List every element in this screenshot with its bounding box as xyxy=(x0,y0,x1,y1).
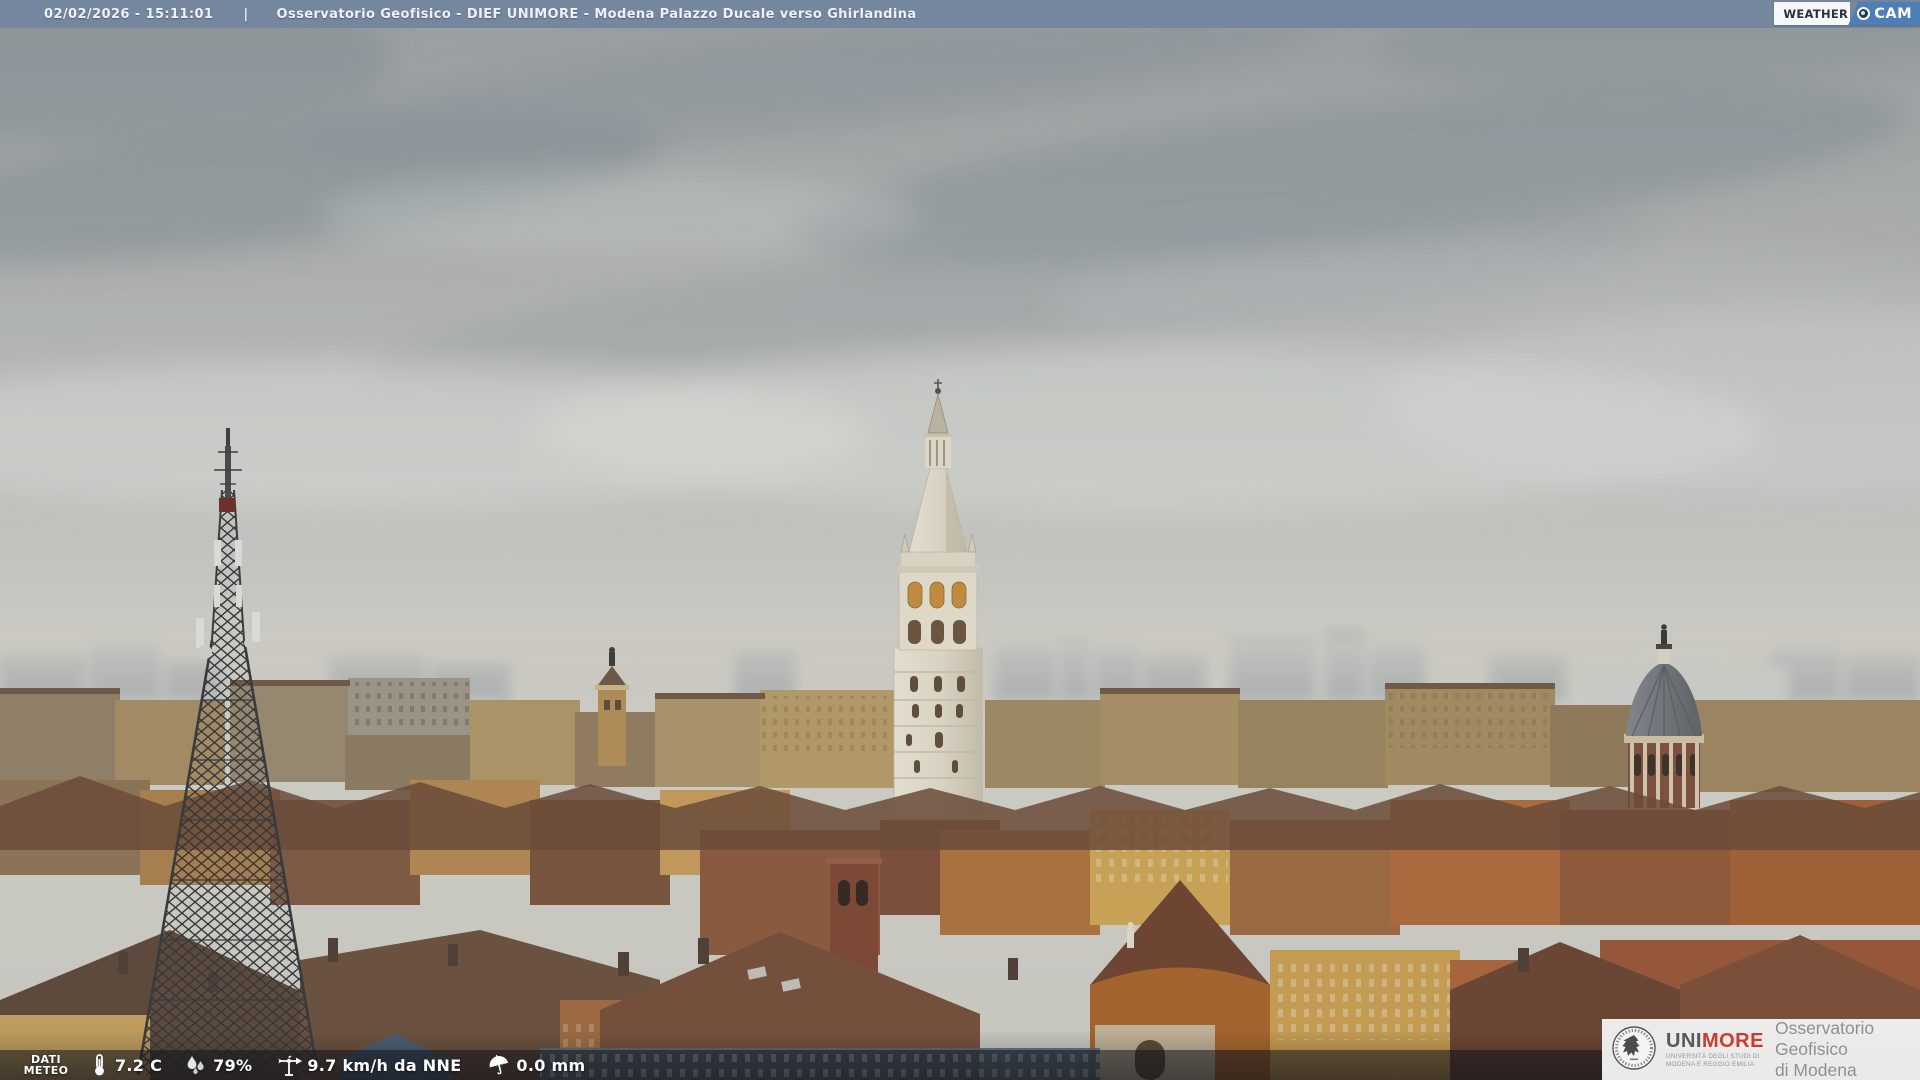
weathercam-logo-cam-section: CAM xyxy=(1848,2,1920,25)
unimore-crest-icon xyxy=(1611,1025,1657,1075)
umbrella-icon xyxy=(487,1053,511,1077)
unimore-wordmark: UNIMORE UNIVERSITÀ DEGLI STUDI DI MODENA… xyxy=(1666,1031,1764,1068)
wind-reading: 9.7 km/h da NNE xyxy=(276,1053,461,1077)
weathercam-logo-weather: WEATHER xyxy=(1774,2,1851,25)
unimore-subtitle: UNIVERSITÀ DEGLI STUDI DI MODENA E REGGI… xyxy=(1666,1053,1760,1068)
precipitation-reading: 0.0 mm xyxy=(487,1053,585,1077)
unimore-more: MORE xyxy=(1701,1030,1764,1052)
temperature-reading: 7.2 C xyxy=(88,1053,162,1077)
humidity-value: 79% xyxy=(213,1055,253,1075)
timestamp: 02/02/2026 - 15:11:01 xyxy=(44,6,214,22)
temperature-value: 7.2 C xyxy=(115,1055,163,1075)
weathercam-logo[interactable]: WEATHER CAM xyxy=(1774,2,1920,25)
unimore-uni: UNI xyxy=(1666,1030,1702,1052)
humidity-reading: 79% xyxy=(184,1053,252,1077)
observatory-name: Osservatorio Geofisico di Modena xyxy=(1774,1018,1875,1080)
thermometer-icon xyxy=(88,1053,110,1077)
weathervane-icon xyxy=(276,1053,303,1077)
droplets-icon xyxy=(184,1053,208,1077)
header-bar: 02/02/2026 - 15:11:01 | Osservatorio Geo… xyxy=(0,0,1920,28)
unimore-footer[interactable]: UNIMORE UNIVERSITÀ DEGLI STUDI DI MODENA… xyxy=(1602,1018,1920,1080)
webcam-page: 02/02/2026 - 15:11:01 | Osservatorio Geo… xyxy=(0,0,1920,1080)
city-panorama-photo xyxy=(0,0,1920,1080)
separator: | xyxy=(243,6,249,22)
precipitation-value: 0.0 mm xyxy=(516,1055,586,1075)
wind-value: 9.7 km/h da NNE xyxy=(307,1055,462,1075)
globe-icon xyxy=(1857,7,1871,20)
camera-title: Osservatorio Geofisico - DIEF UNIMORE - … xyxy=(276,6,917,22)
weathercam-logo-cam: CAM xyxy=(1874,5,1912,22)
dati-meteo-label: DATI METEO xyxy=(23,1053,69,1077)
